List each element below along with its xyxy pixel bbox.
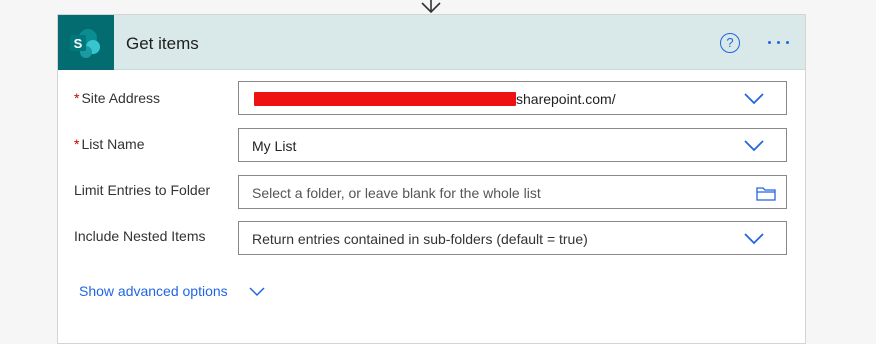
show-advanced-options-label: Show advanced options — [79, 283, 228, 299]
list-name-label: * List Name — [74, 136, 144, 152]
site-address-suffix: sharepoint.com/ — [516, 91, 616, 107]
list-name-value: My List — [252, 138, 297, 154]
list-name-label-text: List Name — [81, 136, 145, 152]
required-mark: * — [74, 136, 80, 152]
list-name-field[interactable]: My List — [238, 128, 787, 162]
site-address-field[interactable]: sharepoint.com/ — [238, 81, 787, 115]
show-advanced-options-link[interactable]: Show advanced options — [79, 283, 265, 299]
action-card: S Get items ? * Site Address sharepoint.c… — [57, 14, 806, 344]
site-address-label-text: Site Address — [81, 90, 161, 106]
chevron-down-icon[interactable] — [744, 140, 764, 152]
more-options-icon[interactable] — [764, 31, 794, 51]
chevron-down-icon[interactable] — [744, 233, 764, 245]
nested-items-value: Return entries contained in sub-folders … — [252, 231, 588, 247]
card-header[interactable]: S Get items ? — [58, 15, 805, 70]
svg-text:S: S — [74, 36, 83, 51]
required-mark: * — [74, 90, 80, 106]
folder-icon[interactable] — [756, 186, 776, 201]
nested-items-field[interactable]: Return entries contained in sub-folders … — [238, 221, 787, 255]
sharepoint-icon: S — [58, 15, 114, 70]
site-address-label: * Site Address — [74, 90, 160, 106]
limit-folder-label: Limit Entries to Folder — [74, 182, 211, 198]
help-icon[interactable]: ? — [720, 33, 740, 53]
card-title[interactable]: Get items — [126, 34, 199, 54]
redaction-mark — [254, 92, 516, 106]
nested-items-label: Include Nested Items — [74, 228, 206, 244]
chevron-down-icon[interactable] — [744, 93, 764, 105]
chevron-down-icon — [249, 287, 265, 297]
limit-folder-placeholder: Select a folder, or leave blank for the … — [252, 185, 541, 201]
site-address-value: sharepoint.com/ — [254, 91, 616, 107]
limit-folder-field[interactable]: Select a folder, or leave blank for the … — [238, 175, 787, 209]
